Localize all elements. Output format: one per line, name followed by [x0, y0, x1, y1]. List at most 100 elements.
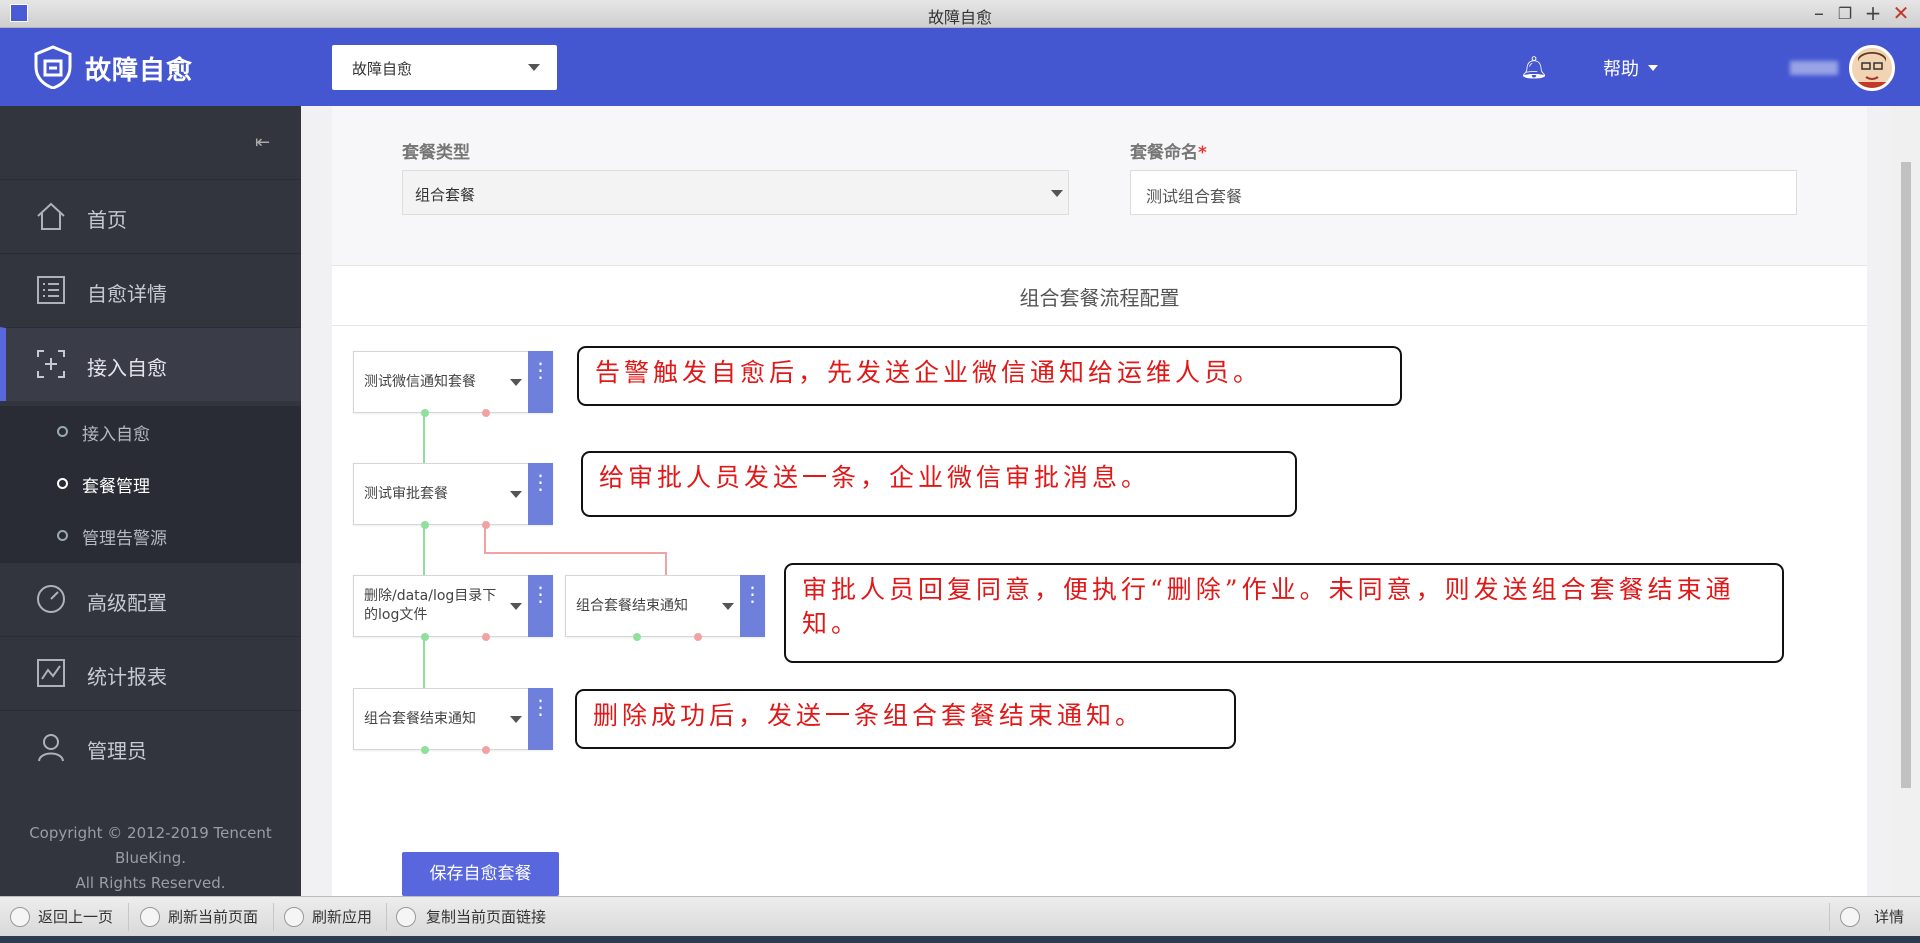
window-titlebar: 故障自愈 – ❐ + ✕ [0, 0, 1920, 28]
gauge-icon [37, 585, 65, 613]
more-vertical-icon[interactable]: ⋮ [740, 575, 765, 637]
user-icon [38, 734, 64, 762]
refresh-page-button[interactable]: 刷新当前页面 [168, 906, 258, 927]
bullet-icon [57, 530, 68, 541]
chevron-down-icon[interactable] [510, 603, 522, 610]
chevron-down-icon [528, 64, 540, 71]
bullet-icon [57, 426, 68, 437]
home-icon [37, 202, 65, 230]
sidebar-subitem-label: 套餐管理 [82, 477, 150, 497]
success-port [421, 409, 429, 417]
sidebar-item-heal-details[interactable]: 自愈详情 [0, 253, 301, 327]
chevron-down-icon[interactable] [722, 603, 734, 610]
avatar-image [1852, 48, 1892, 88]
copyright-line: BlueKing. [115, 849, 186, 867]
taskbar-strip [0, 936, 1920, 943]
back-button[interactable]: 返回上一页 [38, 906, 113, 927]
copy-link-button[interactable]: 复制当前页面链接 [426, 906, 546, 927]
avatar[interactable] [1849, 45, 1895, 91]
app-select-value: 故障自愈 [352, 60, 413, 78]
sidebar-item-home[interactable]: 首页 [0, 179, 301, 253]
chevron-down-icon[interactable] [510, 379, 522, 386]
top-navbar: 故障自愈 故障自愈 🔔︎ 帮助 [0, 28, 1920, 106]
sidebar-item-admin[interactable]: 管理员 [0, 710, 301, 784]
package-panel: 套餐类型 组合套餐 套餐命名* 测试组合套餐 组合套餐流程配置 测试微信通知套餐 [332, 106, 1867, 896]
help-chevron-down-icon[interactable] [1648, 65, 1658, 71]
help-menu[interactable]: 帮助 [1603, 55, 1639, 81]
flow-node-label: 删除/data/log目录下的log文件 [364, 588, 497, 623]
more-vertical-icon[interactable]: ⋮ [528, 575, 553, 637]
annotation-callout: 给审批人员发送一条，企业微信审批消息。 [581, 451, 1297, 517]
annotation-callout: 告警触发自愈后，先发送企业微信通知给运维人员。 [577, 346, 1402, 406]
details-button[interactable]: 详情 [1874, 906, 1904, 927]
app-select[interactable]: 故障自愈 [332, 45, 557, 90]
sidebar-subitem-alert-sources[interactable]: 管理告警源 [0, 510, 301, 562]
success-port [421, 633, 429, 641]
flow-node-label: 组合套餐结束通知 [576, 597, 688, 614]
close-icon[interactable]: ✕ [1890, 1, 1912, 25]
sidebar-submenu: 接入自愈 套餐管理 管理告警源 [0, 406, 301, 562]
save-package-button[interactable]: 保存自愈套餐 [402, 852, 559, 896]
fail-port [482, 746, 490, 754]
scrollbar-thumb[interactable] [1901, 162, 1911, 788]
restore-icon[interactable]: ❐ [1834, 4, 1856, 23]
collapse-sidebar-icon[interactable]: ⇤ [255, 132, 270, 153]
flow-node[interactable]: 组合套餐结束通知 ⋮ [353, 688, 553, 754]
window-title: 故障自愈 [927, 8, 992, 27]
sidebar: ⇤ 首页 自愈详情 接入自愈 接入自愈 套餐管理 管理告警源 高级配置 统计报表… [0, 106, 301, 896]
sidebar-item-label: 首页 [87, 208, 127, 232]
refresh-page-icon[interactable] [140, 907, 160, 927]
bottom-toolbar: 返回上一页 刷新当前页面 刷新应用 复制当前页面链接 详情 [0, 896, 1920, 936]
fail-connector [484, 525, 667, 575]
success-port [421, 521, 429, 529]
fail-port [694, 633, 702, 641]
bell-icon[interactable]: 🔔︎ [1520, 56, 1548, 81]
flow-node[interactable]: 测试微信通知套餐 ⋮ [353, 351, 553, 417]
sidebar-item-statistics[interactable]: 统计报表 [0, 636, 301, 710]
refresh-app-icon[interactable] [284, 907, 304, 927]
main-content: 套餐类型 组合套餐 套餐命名* 测试组合套餐 组合套餐流程配置 测试微信通知套餐 [301, 106, 1891, 896]
back-icon[interactable] [10, 907, 30, 927]
sidebar-subitem-label: 管理告警源 [82, 529, 167, 549]
flow-node-label: 测试审批套餐 [364, 485, 448, 502]
flow-node[interactable]: 组合套餐结束通知 ⋮ [565, 575, 765, 641]
access-icon [37, 350, 65, 378]
chevron-down-icon[interactable] [510, 716, 522, 723]
sidebar-item-label: 统计报表 [87, 665, 167, 689]
sidebar-item-label: 自愈详情 [87, 282, 167, 306]
divider [1829, 903, 1830, 931]
copyright-line: Copyright © 2012-2019 Tencent [29, 824, 272, 842]
sidebar-item-label: 接入自愈 [87, 356, 167, 380]
annotation-callout: 审批人员回复同意，便执行“删除”作业。未同意，则发送组合套餐结束通知。 [784, 563, 1784, 663]
divider [128, 903, 129, 931]
copy-icon[interactable] [396, 907, 416, 927]
sidebar-subitem-access[interactable]: 接入自愈 [0, 406, 301, 458]
flow-node-label: 测试微信通知套餐 [364, 373, 476, 390]
list-icon [37, 276, 65, 304]
fail-port [482, 521, 490, 529]
success-port [421, 746, 429, 754]
info-icon[interactable] [1840, 907, 1860, 927]
sidebar-item-label: 管理员 [87, 739, 147, 763]
flow-node[interactable]: 测试审批套餐 ⋮ [353, 463, 553, 529]
more-vertical-icon[interactable]: ⋮ [528, 463, 553, 525]
sidebar-subitem-package-management[interactable]: 套餐管理 [0, 458, 301, 510]
fail-port [482, 409, 490, 417]
copyright-line: All Rights Reserved. [75, 874, 226, 892]
flow-node[interactable]: 删除/data/log目录下的log文件 ⋮ [353, 575, 553, 641]
refresh-app-button[interactable]: 刷新应用 [312, 906, 372, 927]
sidebar-item-access-heal[interactable]: 接入自愈 [0, 327, 301, 401]
copyright: Copyright © 2012-2019 Tencent BlueKing. … [0, 821, 301, 896]
sidebar-subitem-label: 接入自愈 [82, 425, 150, 445]
minimize-icon[interactable]: – [1808, 1, 1830, 25]
brand-name: 故障自愈 [85, 56, 194, 86]
username[interactable] [1790, 61, 1838, 75]
more-vertical-icon[interactable]: ⋮ [528, 688, 553, 750]
divider [273, 903, 274, 931]
sidebar-item-advanced-config[interactable]: 高级配置 [0, 562, 301, 636]
more-vertical-icon[interactable]: ⋮ [528, 351, 553, 413]
sidebar-item-label: 高级配置 [87, 591, 167, 615]
chevron-down-icon[interactable] [510, 491, 522, 498]
maximize-icon[interactable]: + [1862, 1, 1884, 25]
page-scrollbar[interactable] [1891, 106, 1920, 896]
